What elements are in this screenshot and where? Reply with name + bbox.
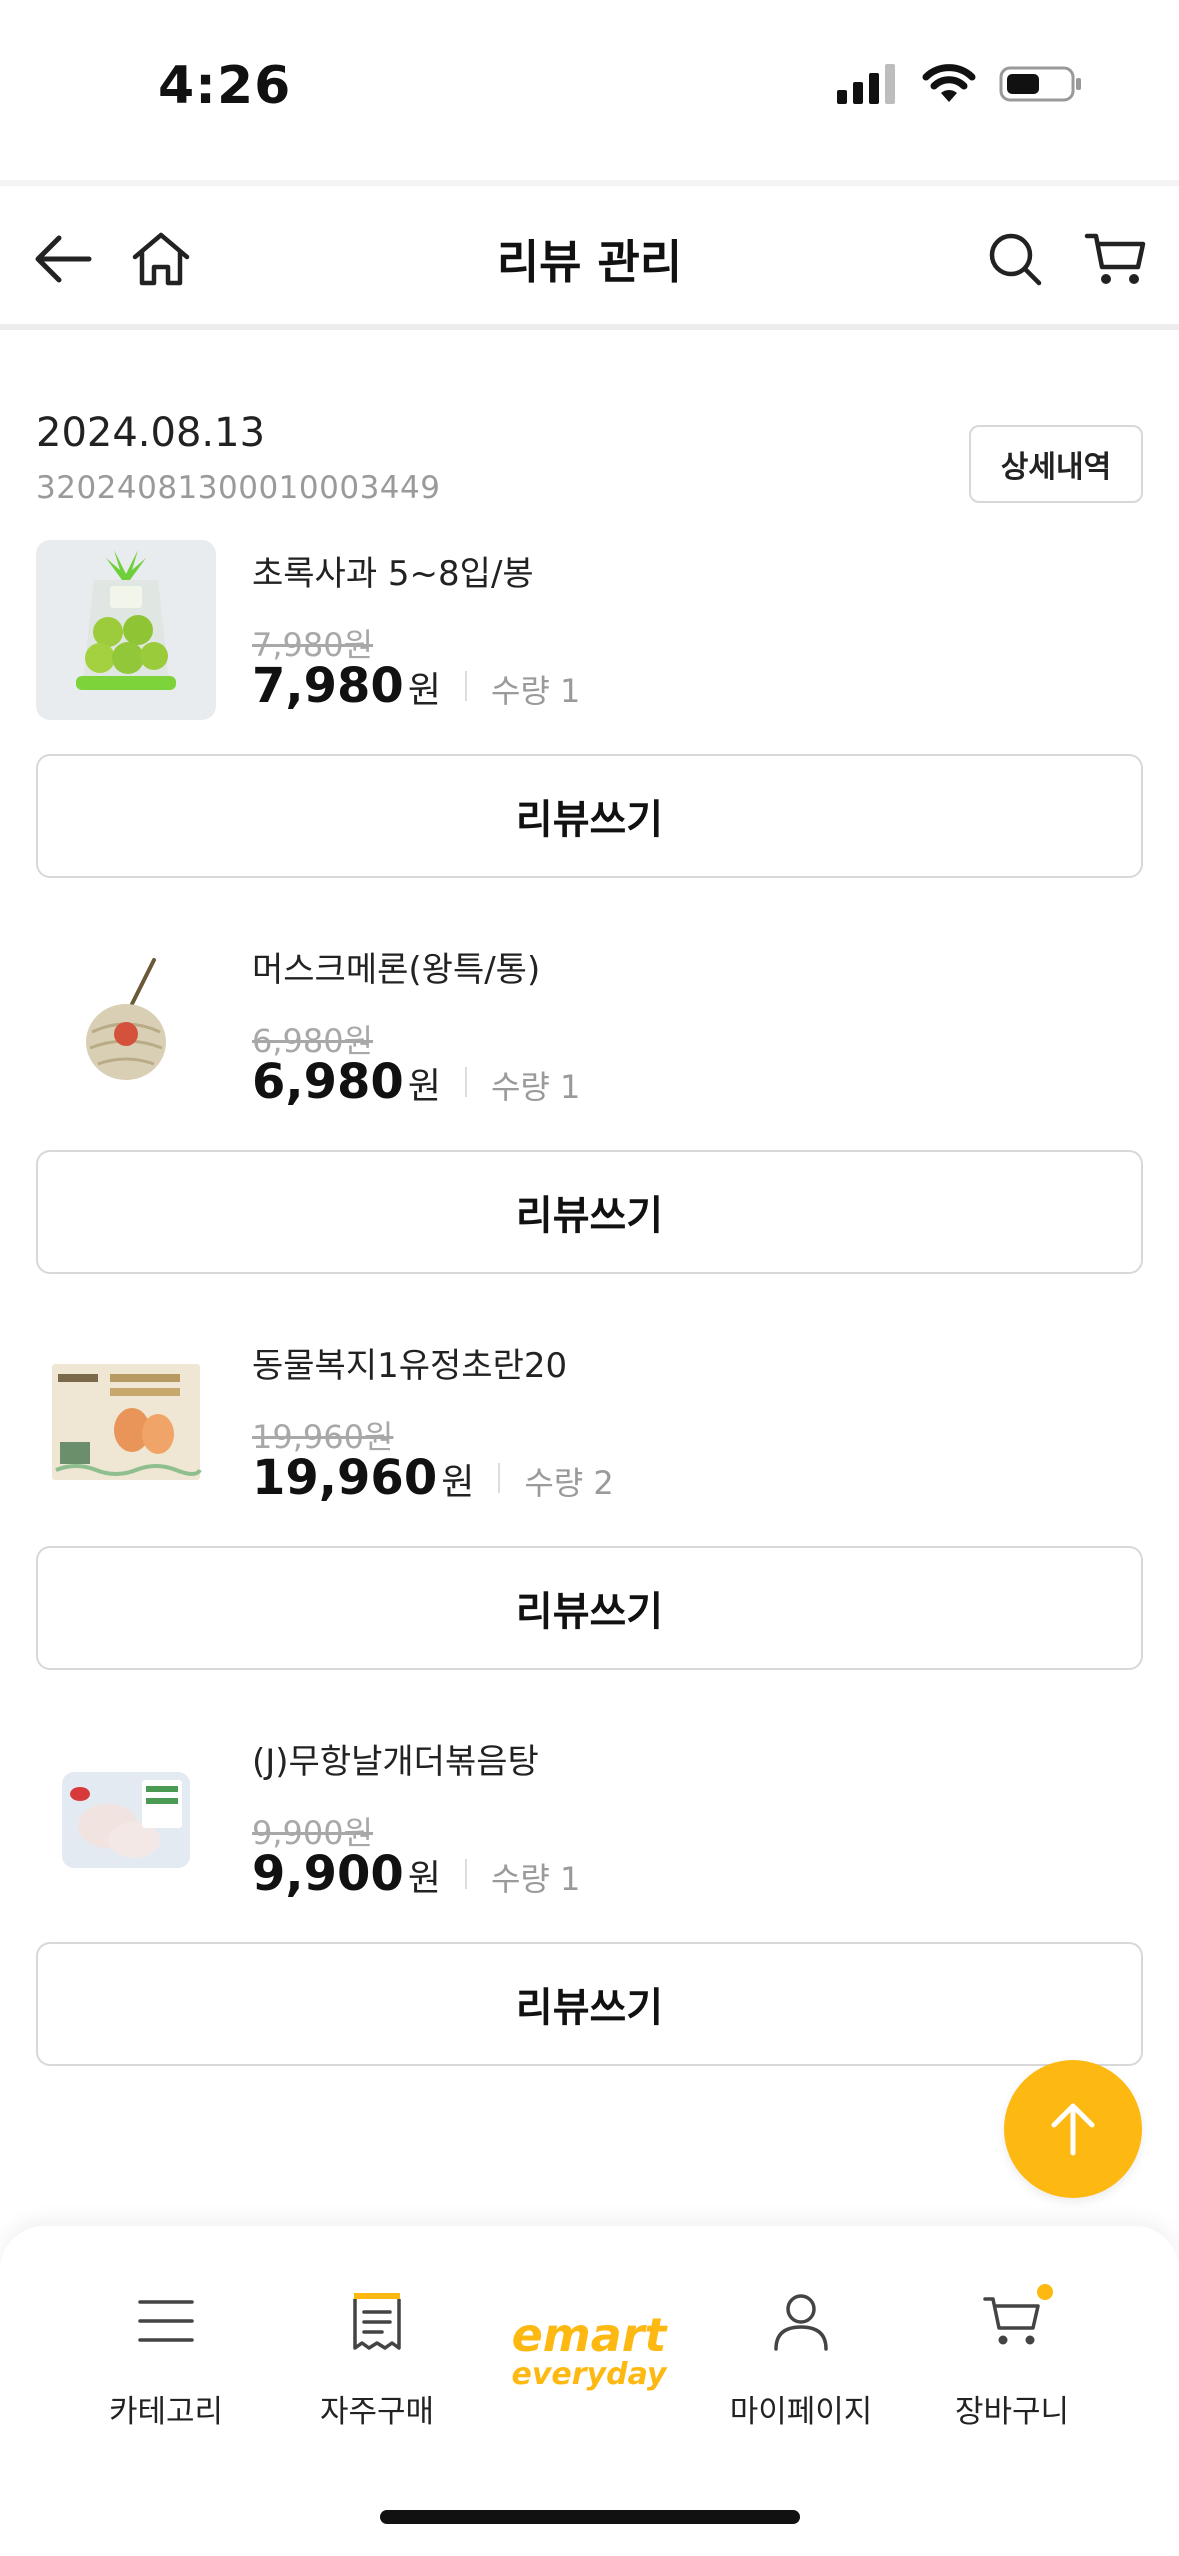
order-date: 2024.08.13 xyxy=(36,410,266,456)
nav-label: 자주구매 xyxy=(319,2394,435,2430)
product-name[interactable]: 머스크메론(왕특/통) xyxy=(252,942,540,991)
nav-category[interactable]: 카테고리 xyxy=(61,2276,271,2431)
product-price: 9,900 xyxy=(252,1846,404,1902)
product-name[interactable]: 동물복지1유정초란20 xyxy=(252,1338,567,1387)
divider xyxy=(464,1067,467,1097)
product-price: 6,980 xyxy=(252,1054,404,1110)
status-time: 4:26 xyxy=(158,56,292,116)
status-icons xyxy=(837,64,1083,104)
write-review-button[interactable]: 리뷰쓰기 xyxy=(36,1942,1143,2066)
product-quantity: 수량 1 xyxy=(490,672,581,710)
product-image-melon[interactable] xyxy=(36,936,216,1116)
nav-label: 마이페이지 xyxy=(729,2394,873,2430)
order-number: 32024081300010003449 xyxy=(36,470,441,506)
bottom-navigation: 카테고리 자주구매 emart everyday 마이페이지 장바구니 xyxy=(0,2226,1179,2556)
status-bar: 4:26 xyxy=(0,0,1179,170)
green-apple-bag-icon xyxy=(76,550,176,690)
product-price: 7,980 xyxy=(252,658,404,714)
product-image-chicken[interactable] xyxy=(36,1728,216,1908)
arrow-up-icon xyxy=(1051,2103,1095,2156)
price-unit: 원 xyxy=(407,1858,441,1899)
product-quantity: 수량 2 xyxy=(524,1464,614,1502)
emart-logo-text: emart xyxy=(511,2307,667,2362)
product-item: (J)무항날개더볶음탕 9,900원 9,900 원 수량 1 리뷰쓰기 xyxy=(36,1728,1143,2088)
nav-emart-home[interactable]: emart everyday xyxy=(484,2276,694,2406)
home-indicator xyxy=(380,2510,800,2524)
scroll-to-top-button[interactable] xyxy=(1004,2060,1142,2198)
product-quantity: 수량 1 xyxy=(490,1068,581,1106)
nav-label: 장바구니 xyxy=(954,2394,1070,2430)
write-review-button[interactable]: 리뷰쓰기 xyxy=(36,1546,1143,1670)
nav-my-page[interactable]: 마이페이지 xyxy=(696,2276,906,2431)
menu-icon xyxy=(61,2276,271,2366)
price-unit: 원 xyxy=(407,1066,441,1107)
product-image-eggs[interactable] xyxy=(36,1332,216,1512)
product-quantity: 수량 1 xyxy=(490,1860,581,1898)
person-icon xyxy=(696,2276,906,2366)
product-price-row: 6,980 원 수량 1 xyxy=(252,1054,580,1110)
signal-icon xyxy=(837,64,895,104)
cart-notification-dot xyxy=(1037,2284,1053,2300)
product-price: 19,960 xyxy=(252,1450,438,1506)
write-review-button[interactable]: 리뷰쓰기 xyxy=(36,754,1143,878)
nav-frequent-purchase[interactable]: 자주구매 xyxy=(272,2276,482,2431)
product-price-row: 7,980 원 수량 1 xyxy=(252,658,580,714)
product-item: 초록사과 5~8입/봉 7,980원 7,980 원 수량 1 리뷰쓰기 xyxy=(36,540,1143,900)
nav-cart[interactable]: 장바구니 xyxy=(907,2276,1117,2431)
search-button[interactable] xyxy=(980,224,1050,294)
order-detail-button[interactable]: 상세내역 xyxy=(969,425,1143,503)
wifi-icon xyxy=(922,64,976,102)
product-image-green-apple[interactable] xyxy=(36,540,216,720)
write-review-button[interactable]: 리뷰쓰기 xyxy=(36,1150,1143,1274)
egg-carton-icon xyxy=(52,1364,202,1480)
divider xyxy=(464,1859,467,1889)
product-price-row: 9,900 원 수량 1 xyxy=(252,1846,580,1902)
divider xyxy=(498,1463,501,1493)
cart-button[interactable] xyxy=(1080,224,1150,294)
emart-logo: emart everyday xyxy=(484,2276,694,2406)
chicken-pack-icon xyxy=(62,1772,190,1868)
product-name[interactable]: (J)무항날개더볶음탕 xyxy=(252,1734,539,1783)
emart-logo-subtext: everyday xyxy=(511,2356,667,2392)
nav-label: 카테고리 xyxy=(108,2394,224,2430)
divider xyxy=(464,671,467,701)
product-item: 동물복지1유정초란20 19,960원 19,960 원 수량 2 리뷰쓰기 xyxy=(36,1332,1143,1692)
review-management-screen: 4:26 리뷰 관리 2024.08.13 320240813000100034… xyxy=(0,0,1179,2556)
product-item: 머스크메론(왕특/통) 6,980원 6,980 원 수량 1 리뷰쓰기 xyxy=(36,936,1143,1296)
search-icon xyxy=(989,233,1042,286)
product-name[interactable]: 초록사과 5~8입/봉 xyxy=(252,546,534,595)
cart-icon xyxy=(1084,233,1146,284)
product-price-row: 19,960 원 수량 2 xyxy=(252,1450,614,1506)
price-unit: 원 xyxy=(407,670,441,711)
battery-icon xyxy=(999,66,1081,102)
cart-icon xyxy=(907,2276,1117,2366)
price-unit: 원 xyxy=(441,1462,475,1503)
app-header: 리뷰 관리 xyxy=(0,180,1179,330)
musk-melon-icon xyxy=(86,958,166,1080)
receipt-icon xyxy=(272,2276,482,2366)
